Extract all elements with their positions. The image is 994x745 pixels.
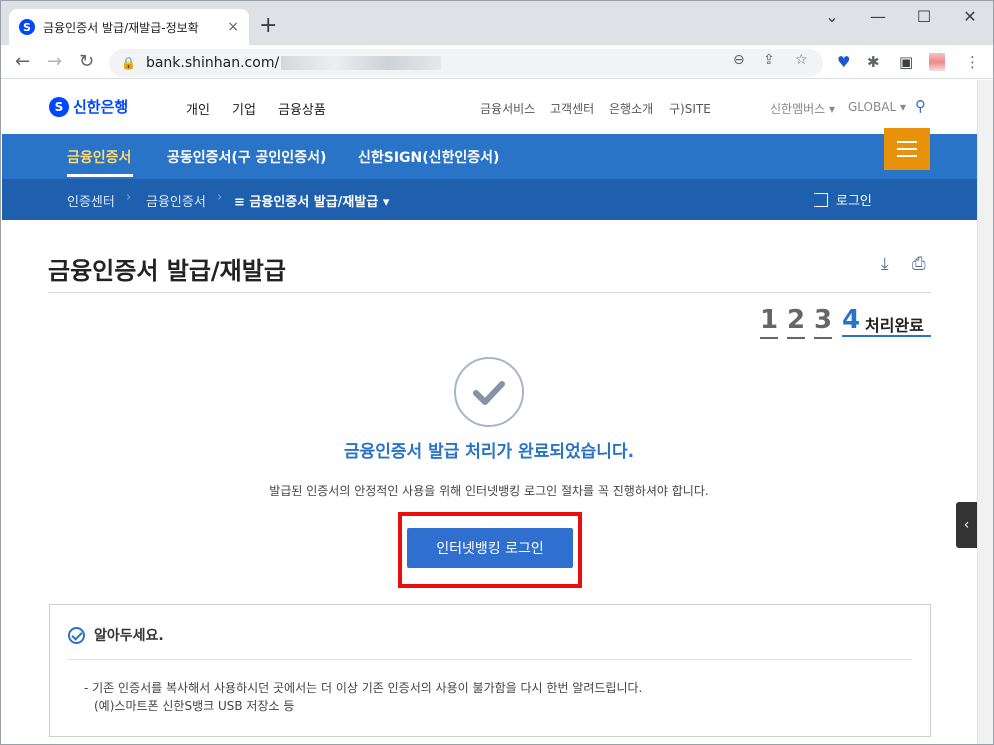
close-tab-icon[interactable]: × — [227, 19, 239, 35]
nav-financial-cert[interactable]: 금융인증서 — [67, 147, 131, 167]
chevron-right-icon: › — [126, 190, 132, 205]
breadcrumb-cert-center[interactable]: 인증센터 — [67, 191, 115, 210]
page-scrollbar[interactable] — [977, 80, 993, 744]
step-3: 3 — [814, 305, 833, 339]
category-nav: 금융인증서 공동인증서(구 공인인증서) 신한SIGN(신한인증서) — [2, 128, 977, 179]
close-window-button[interactable]: ✕ — [947, 7, 993, 26]
extension-heart-icon[interactable]: ♥ — [837, 53, 850, 71]
util-global[interactable]: GLOBAL ▾ — [848, 100, 906, 114]
nav-shinhan-sign[interactable]: 신한SIGN(신한인증서) — [358, 147, 499, 167]
side-panel-toggle[interactable]: ‹ — [956, 502, 977, 548]
check-circle-icon — [68, 626, 85, 644]
forward-arrow-icon[interactable]: → — [47, 51, 62, 72]
notice-title: 알아두세요. — [94, 628, 164, 644]
menu-dots-icon[interactable]: ⋮ — [965, 53, 980, 71]
step-4: 4 — [842, 305, 861, 335]
login-link[interactable]: 로그인 — [814, 190, 872, 209]
util-financial-service[interactable]: 금융서비스 — [480, 100, 535, 117]
hamburger-line — [897, 141, 917, 143]
url-text: bank.shinhan.com/ — [145, 55, 280, 71]
notice-box: 알아두세요. - 기존 인증서를 복사해서 사용하시던 곳에서는 더 이상 기존… — [49, 604, 931, 737]
hamburger-menu-button[interactable] — [884, 128, 930, 170]
util-members[interactable]: 신한멤버스 ▾ — [770, 100, 835, 117]
step-4-underline — [842, 335, 931, 337]
notice-divider — [68, 659, 912, 660]
util-customer-center[interactable]: 고객센터 — [550, 100, 594, 117]
browser-tab[interactable]: S 금융인증서 발급/재발급-정보확 × — [9, 9, 249, 45]
util-bank-intro[interactable]: 은행소개 — [609, 100, 653, 117]
shinhan-favicon-icon: S — [19, 19, 35, 35]
step-4-label: 처리완료 — [865, 316, 924, 335]
success-description: 발급된 인증서의 안정적인 사용을 위해 인터넷뱅킹 로그인 절차를 꼭 진행하… — [269, 484, 709, 498]
chevron-left-icon: ‹ — [963, 517, 970, 533]
reload-icon[interactable]: ↻ — [79, 51, 94, 72]
success-title: 금융인증서 발급 처리가 완료되었습니다. — [343, 442, 635, 462]
print-icon[interactable]: ⎙ — [912, 254, 926, 274]
page-title: 금융인증서 발급/재발급 — [48, 257, 286, 285]
login-label: 로그인 — [836, 194, 872, 209]
lock-icon: 🔒 — [121, 56, 136, 70]
logo-text: 신한은행 — [73, 98, 129, 116]
side-panel-icon[interactable]: ▣ — [899, 53, 913, 71]
breadcrumb-current[interactable]: ≡ 금융인증서 발급/재발급 ▾ — [234, 191, 389, 210]
zoom-icon[interactable]: ⊖ — [733, 52, 745, 68]
active-underline — [67, 174, 133, 177]
download-icon[interactable]: ⤓ — [881, 254, 889, 274]
nav-joint-cert[interactable]: 공동인증서(구 공인인증서) — [167, 147, 326, 167]
notice-example: (예)스마트폰 신한S뱅크 USB 저장소 등 — [94, 699, 295, 713]
menu-business[interactable]: 기업 — [232, 99, 256, 118]
login-icon — [814, 192, 828, 207]
tab-strip: S 금융인증서 발급/재발급-정보확 × + ⌄ — ☐ ✕ — [1, 1, 993, 45]
url-blur — [281, 56, 442, 70]
search-icon[interactable]: ⚲ — [915, 97, 926, 115]
share-icon[interactable]: ⇪ — [763, 52, 775, 68]
tab-search-icon[interactable]: ⌄ — [809, 7, 855, 26]
shinhan-logo[interactable]: S 신한은행 — [49, 96, 128, 117]
profile-avatar[interactable] — [929, 53, 945, 71]
tab-title: 금융인증서 발급/재발급-정보확 — [43, 20, 199, 35]
address-bar[interactable]: 🔒 bank.shinhan.com/ — [109, 49, 823, 77]
maximize-button[interactable]: ☐ — [901, 7, 947, 26]
browser-toolbar: ← → ↻ 🔒 bank.shinhan.com/ ⊖ ⇪ ☆ ♥ ✱ ▣ ⋮ — [1, 45, 993, 79]
shinhan-logo-icon: S — [49, 96, 69, 117]
hamburger-line — [897, 155, 917, 157]
menu-products[interactable]: 금융상품 — [278, 99, 326, 118]
site-header: S 신한은행 개인 기업 금융상품 금융서비스 고객센터 은행소개 구)SITE… — [2, 80, 977, 134]
hamburger-line — [897, 148, 917, 150]
breadcrumb-financial-cert[interactable]: 금융인증서 — [146, 191, 206, 210]
back-arrow-icon[interactable]: ← — [15, 51, 30, 72]
internet-banking-login-button[interactable]: 인터넷뱅킹 로그인 — [407, 528, 573, 568]
chevron-right-icon: › — [217, 190, 223, 205]
step-1: 1 — [760, 305, 779, 339]
minimize-button[interactable]: — — [855, 7, 901, 26]
step-2: 2 — [787, 305, 806, 339]
checkmark-icon — [473, 381, 505, 405]
browser-window: S 금융인증서 발급/재발급-정보확 × + ⌄ — ☐ ✕ ← → ↻ 🔒 b… — [0, 0, 994, 745]
breadcrumb: 인증센터 › 금융인증서 › ≡ 금융인증서 발급/재발급 ▾ 로그인 — [2, 179, 977, 220]
success-check-icon — [454, 357, 524, 427]
bookmark-star-icon[interactable]: ☆ — [795, 52, 808, 68]
util-old-site[interactable]: 구)SITE — [669, 100, 711, 117]
title-divider — [48, 292, 931, 293]
new-tab-button[interactable]: + — [259, 13, 277, 38]
menu-personal[interactable]: 개인 — [186, 99, 210, 118]
extensions-puzzle-icon[interactable]: ✱ — [867, 53, 880, 71]
notice-text: - 기존 인증서를 복사해서 사용하시던 곳에서는 더 이상 기존 인증서의 사… — [84, 681, 643, 695]
notice-header: 알아두세요. — [68, 625, 164, 645]
